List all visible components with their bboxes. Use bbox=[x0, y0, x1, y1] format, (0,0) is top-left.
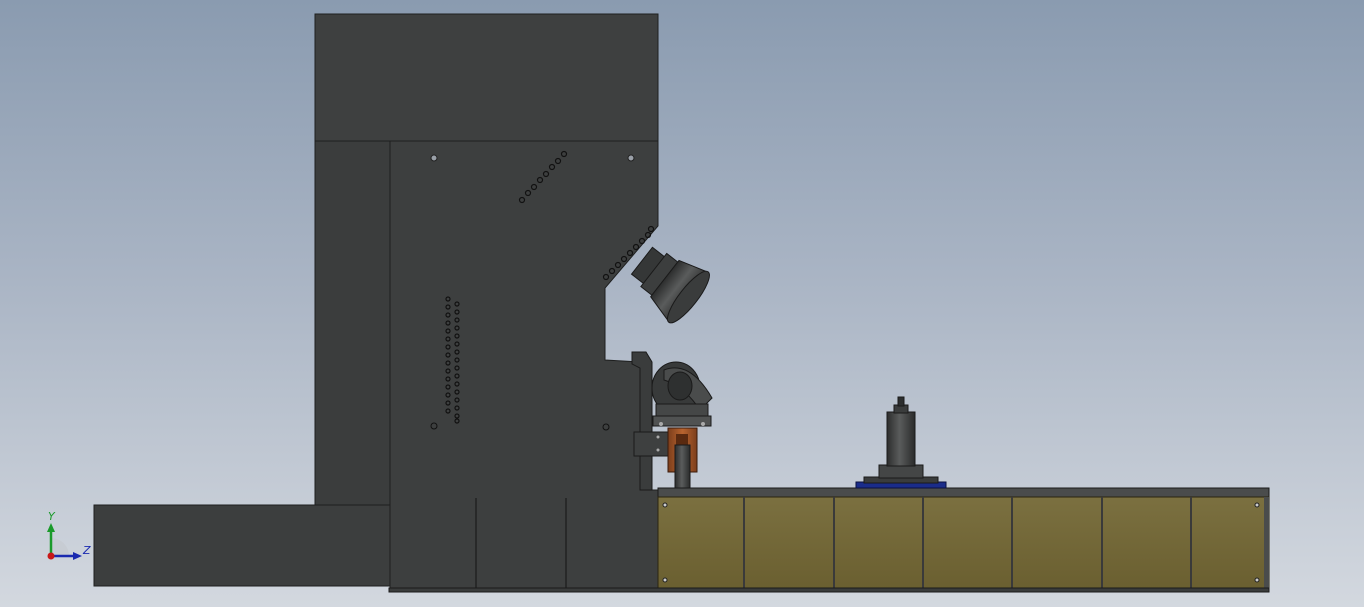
tool-holder-fixture[interactable] bbox=[855, 396, 947, 489]
axis-z-label: Z bbox=[82, 544, 91, 557]
machine-left-column[interactable] bbox=[314, 140, 391, 506]
bolt bbox=[627, 154, 635, 162]
worktable-panels bbox=[657, 496, 1270, 591]
axis-y-label: Y bbox=[48, 510, 56, 523]
machine-head-block[interactable] bbox=[314, 13, 659, 142]
coordinate-triad-icon[interactable]: Y Z bbox=[47, 510, 91, 560]
bolt bbox=[430, 154, 438, 162]
cad-viewport[interactable]: Y Z bbox=[0, 0, 1364, 607]
base-bottom-rail bbox=[388, 587, 1270, 593]
cad-model-view[interactable]: Y Z bbox=[0, 0, 1364, 607]
machine-base-extension[interactable] bbox=[93, 504, 391, 587]
worktable-top-rail[interactable] bbox=[657, 487, 1270, 498]
machine-main-body[interactable] bbox=[389, 140, 659, 591]
